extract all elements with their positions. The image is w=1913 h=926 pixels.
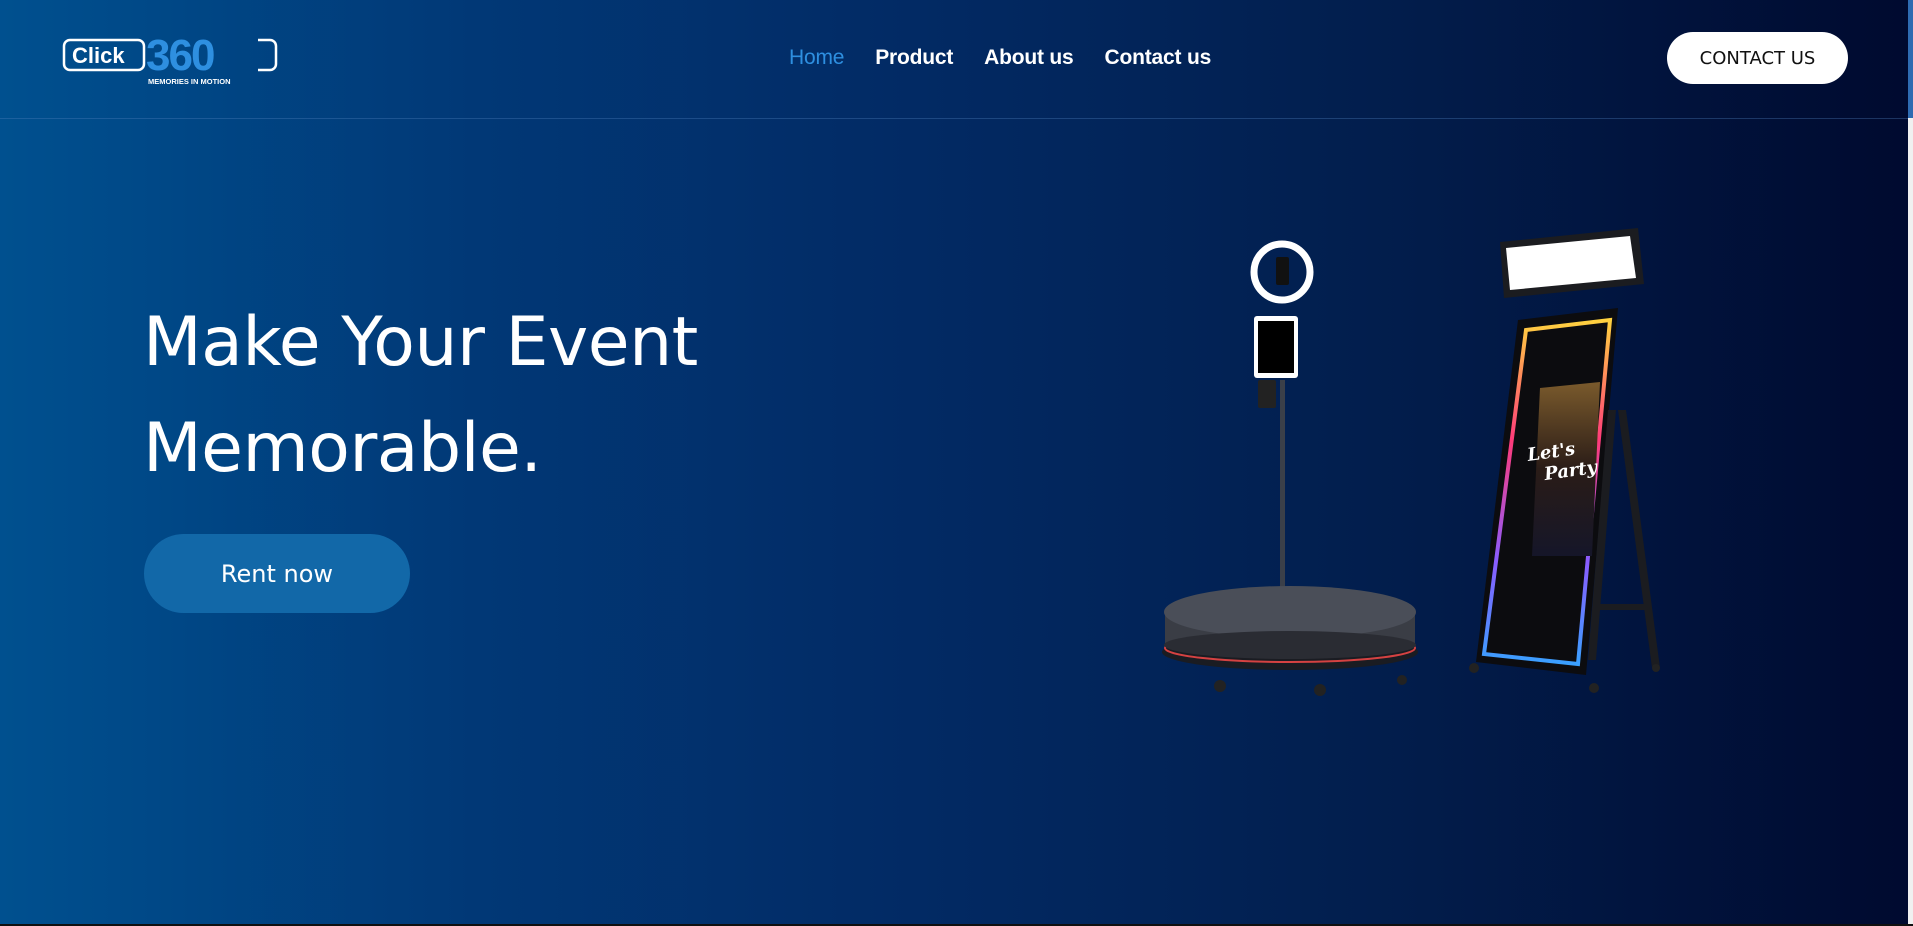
nav-about-us[interactable]: About us: [984, 46, 1074, 70]
hero-title: Make Your Event Memorable.: [143, 290, 843, 502]
logo-number: 360: [146, 34, 214, 80]
nav-home[interactable]: Home: [789, 46, 844, 70]
page-scrollbar[interactable]: [1908, 0, 1913, 926]
rent-now-button[interactable]: Rent now: [144, 534, 410, 613]
hero-title-line-2: Memorable.: [143, 409, 542, 488]
booth-360-stand: [1162, 240, 1418, 696]
logo-word: Click: [72, 43, 125, 68]
photo-booth-products-image: Let's Party: [1162, 228, 1660, 696]
nav-contact-us[interactable]: Contact us: [1105, 46, 1212, 70]
contact-us-button[interactable]: CONTACT US: [1667, 32, 1848, 84]
landing-page: Click 360 MEMORIES IN MOTION Home Produc…: [0, 0, 1908, 926]
site-header: Click 360 MEMORIES IN MOTION Home Produc…: [0, 0, 1908, 119]
click360-logo[interactable]: Click 360 MEMORIES IN MOTION: [62, 34, 282, 88]
scrollbar-thumb[interactable]: [1908, 0, 1913, 118]
main-nav: Home Product About us Contact us: [789, 40, 1211, 76]
hero-title-line-1: Make Your Event: [143, 303, 698, 382]
nav-product[interactable]: Product: [875, 46, 953, 70]
logo-tagline: MEMORIES IN MOTION: [148, 77, 231, 86]
mirror-booth: Let's Party: [1469, 228, 1660, 693]
